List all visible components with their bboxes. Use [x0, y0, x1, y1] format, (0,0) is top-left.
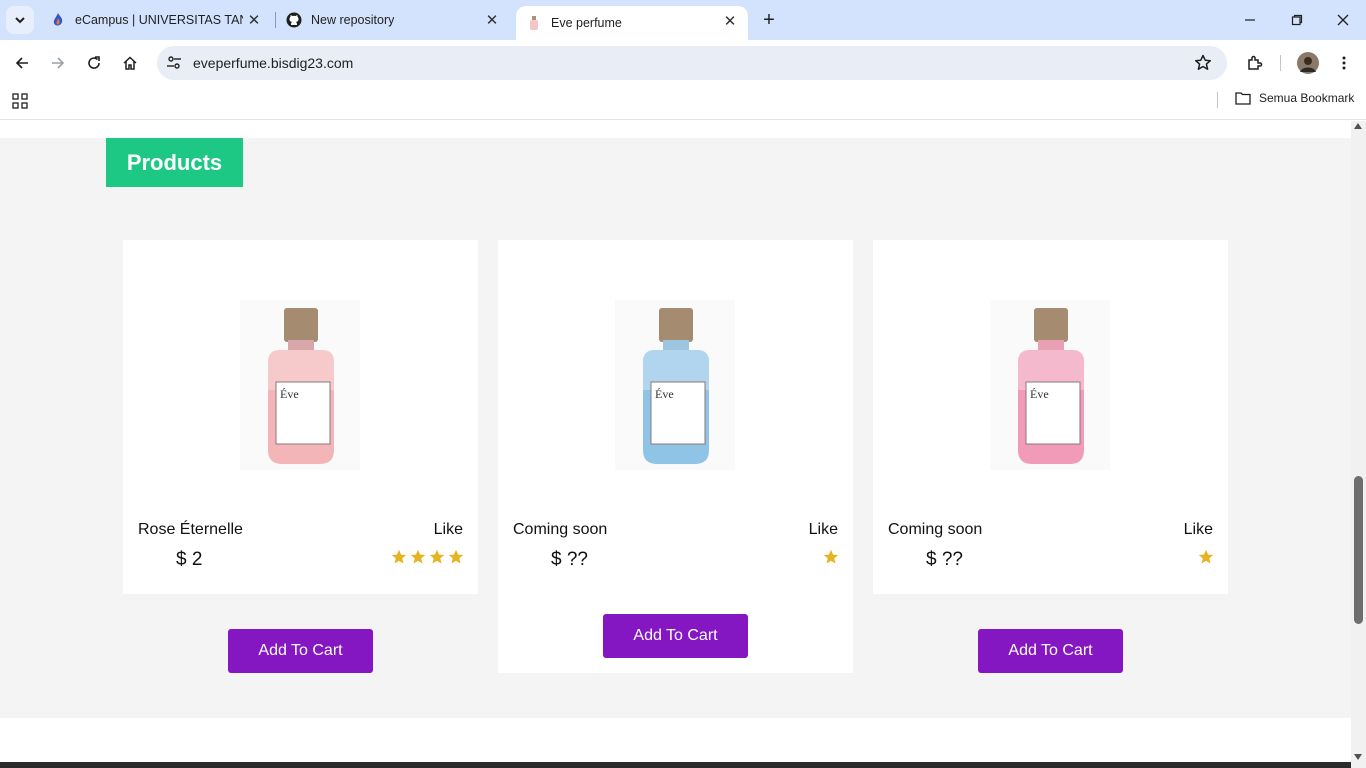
- section-title: Products: [106, 138, 243, 187]
- product-card: Éve Coming soon Like $ ??: [873, 240, 1228, 594]
- tab-ecampus[interactable]: eCampus | UNIVERSITAS TANGERANG ✕: [40, 0, 272, 40]
- bookmarks-bar: Semua Bookmark: [0, 86, 1366, 120]
- toolbar-divider: [1280, 55, 1281, 71]
- product-card: Éve Coming soon Like $ ??: [498, 240, 853, 673]
- tab-eve-perfume[interactable]: Eve perfume ✕: [516, 6, 748, 40]
- apps-grid-icon[interactable]: [12, 93, 28, 109]
- chevron-down-icon: [15, 17, 25, 24]
- browser-toolbar: eveperfume.bisdig23.com: [0, 40, 1366, 86]
- tab-strip: eCampus | UNIVERSITAS TANGERANG ✕ New re…: [0, 0, 1366, 40]
- rating-stars: [391, 549, 464, 565]
- product-name: Coming soon: [888, 521, 983, 538]
- star-icon: [1198, 549, 1214, 564]
- tab-divider: [275, 12, 276, 28]
- rating-stars: [823, 549, 839, 565]
- tab-title: eCampus | UNIVERSITAS TANGERANG: [75, 13, 243, 27]
- close-window-icon[interactable]: [1331, 8, 1355, 32]
- product-name: Coming soon: [513, 521, 608, 538]
- page-viewport: Products Éve Rose Éternelle Like $ 2 Éve…: [0, 121, 1351, 768]
- star-icon: [448, 549, 464, 564]
- avatar[interactable]: [1296, 51, 1320, 75]
- restore-icon[interactable]: [1285, 8, 1309, 32]
- add-to-cart-button[interactable]: Add To Cart: [228, 629, 373, 673]
- back-arrow-icon[interactable]: [10, 51, 34, 75]
- site-settings-icon[interactable]: [165, 54, 183, 72]
- tab-title: Eve perfume: [551, 16, 622, 30]
- minimize-icon[interactable]: [1238, 8, 1262, 32]
- all-bookmarks-folder[interactable]: Semua Bookmark: [1235, 91, 1354, 105]
- perfume-bottle-image: Éve: [990, 300, 1110, 470]
- bookmark-star-icon[interactable]: [1193, 53, 1213, 73]
- bottle-label-text: Éve: [1030, 387, 1049, 401]
- star-icon: [429, 549, 445, 564]
- bookmark-divider: [1217, 92, 1218, 108]
- bottle-label-text: Éve: [655, 387, 674, 401]
- star-icon: [391, 549, 407, 564]
- tab-new-repository[interactable]: New repository ✕: [278, 0, 510, 40]
- rating-stars: [1198, 549, 1214, 565]
- extensions-icon[interactable]: [1243, 51, 1267, 75]
- bookmark-folder-label: Semua Bookmark: [1259, 91, 1355, 105]
- new-tab-button[interactable]: +: [758, 8, 780, 32]
- tab-search-button[interactable]: [6, 6, 34, 34]
- add-to-cart-button[interactable]: Add To Cart: [978, 629, 1123, 673]
- folder-icon: [1235, 92, 1251, 105]
- add-to-cart-button[interactable]: Add To Cart: [603, 614, 748, 658]
- perfume-icon: [526, 15, 542, 31]
- like-label[interactable]: Like: [1184, 521, 1213, 539]
- github-icon: [286, 12, 302, 28]
- page-footer-edge: [0, 762, 1351, 768]
- like-label[interactable]: Like: [434, 521, 463, 539]
- products-section: Products Éve Rose Éternelle Like $ 2 Éve…: [0, 138, 1351, 718]
- product-card: Éve Rose Éternelle Like $ 2: [123, 240, 478, 594]
- home-icon[interactable]: [118, 51, 142, 75]
- scroll-up-arrow-icon[interactable]: [1354, 123, 1362, 129]
- close-icon[interactable]: ✕: [484, 12, 500, 29]
- perfume-bottle-image: Éve: [240, 300, 360, 470]
- like-label[interactable]: Like: [809, 521, 838, 539]
- perfume-bottle-image: Éve: [615, 300, 735, 470]
- star-icon: [823, 549, 839, 564]
- scroll-down-arrow-icon[interactable]: [1354, 754, 1362, 760]
- vertical-scrollbar[interactable]: [1351, 121, 1366, 768]
- scrollbar-thumb[interactable]: [1354, 476, 1363, 624]
- star-icon: [410, 549, 426, 564]
- product-name: Rose Éternelle: [138, 521, 243, 538]
- kebab-menu-icon[interactable]: [1332, 51, 1356, 75]
- product-price: $ ??: [926, 549, 963, 570]
- reload-icon[interactable]: [82, 51, 106, 75]
- url-text[interactable]: eveperfume.bisdig23.com: [193, 55, 353, 71]
- forward-arrow-icon[interactable]: [46, 51, 70, 75]
- flame-icon: [50, 12, 66, 28]
- address-bar[interactable]: eveperfume.bisdig23.com: [157, 46, 1227, 80]
- tab-title: New repository: [311, 13, 395, 27]
- product-price: $ 2: [176, 549, 203, 570]
- product-price: $ ??: [551, 549, 588, 570]
- close-icon[interactable]: ✕: [722, 13, 738, 30]
- bottle-label-text: Éve: [280, 387, 299, 401]
- close-icon[interactable]: ✕: [246, 12, 262, 29]
